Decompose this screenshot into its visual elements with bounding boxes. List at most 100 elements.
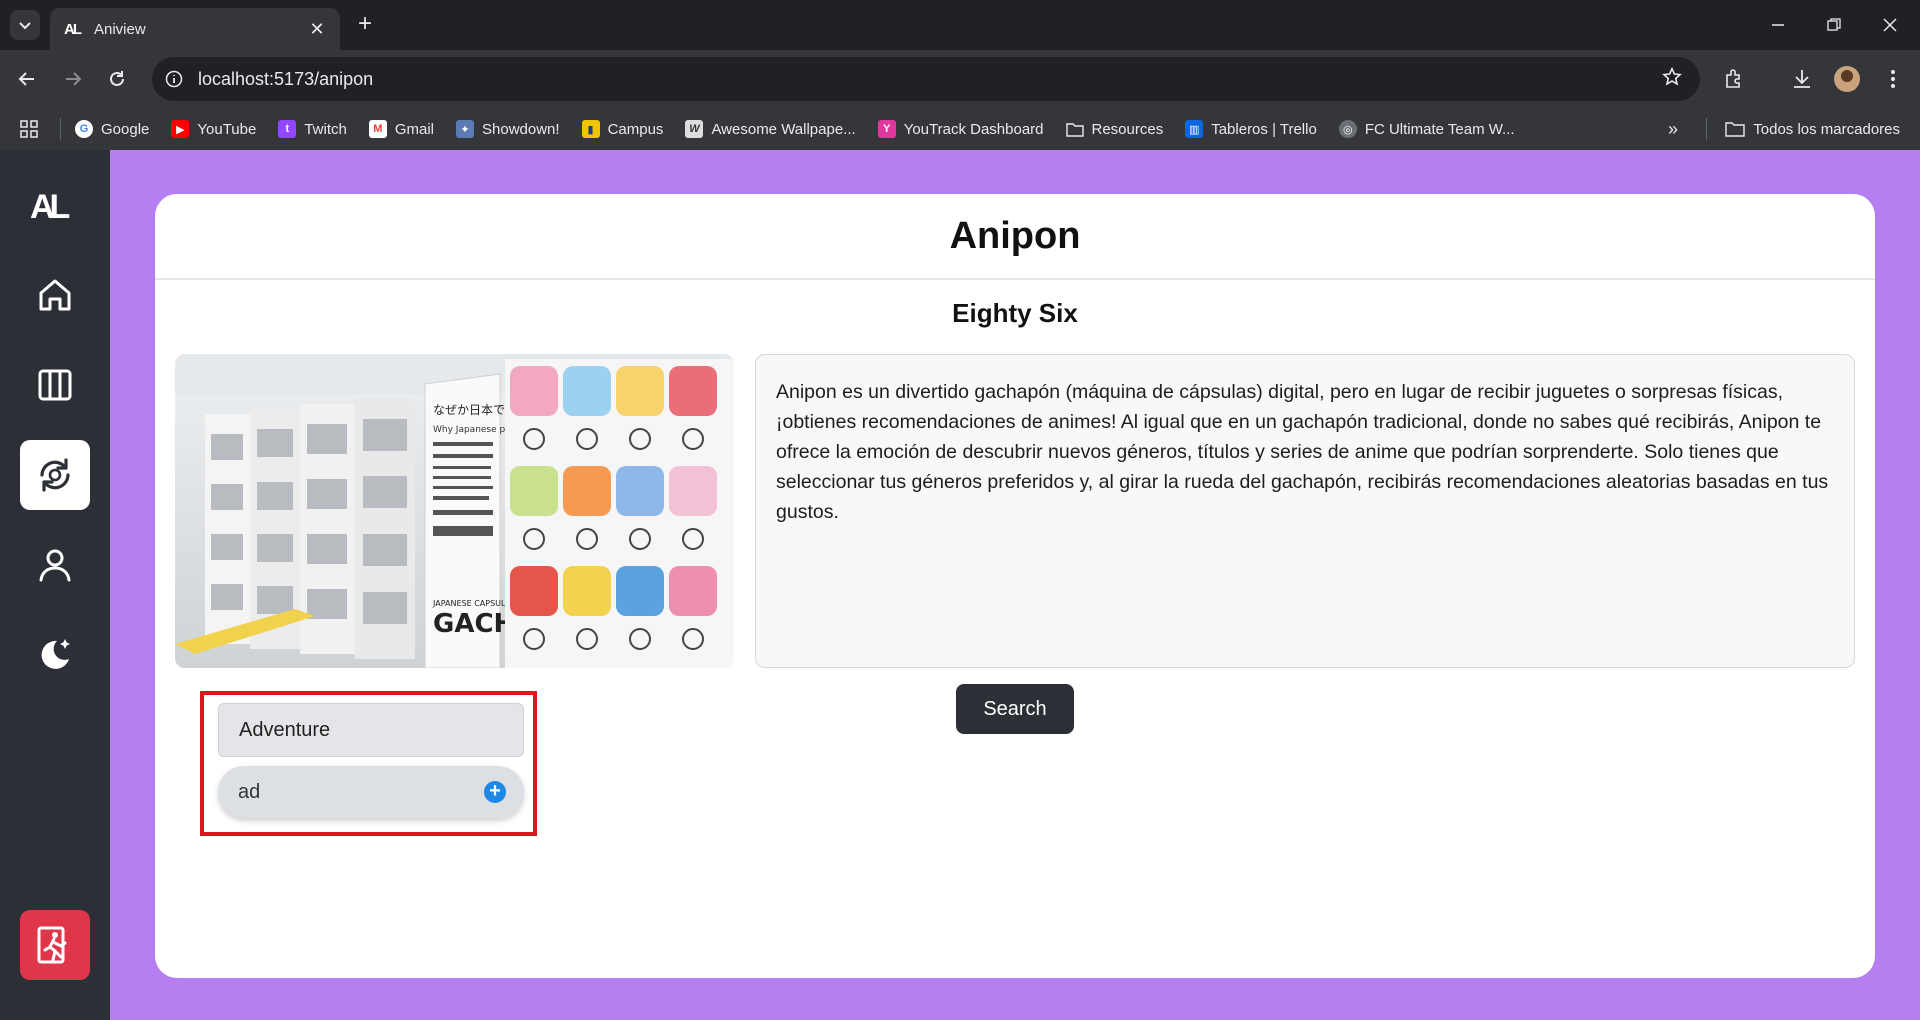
bookmarks-divider: [1706, 118, 1708, 140]
app-logo[interactable]: AL: [30, 188, 70, 227]
url-text[interactable]: localhost:5173/anipon: [198, 69, 1662, 90]
gacha-refresh-icon: [40, 458, 70, 492]
anipon-description: Anipon es un divertido gachapón (máquina…: [755, 354, 1855, 668]
anipon-card: Anipon Eighty Six なぜか日本で売れてます。 Why Japan…: [155, 194, 1875, 978]
sidebar-item-library[interactable]: [20, 350, 90, 420]
showdown-icon: ✦: [456, 120, 475, 138]
page-title: Anipon: [155, 194, 1875, 280]
youtrack-icon: Y: [877, 120, 896, 138]
puzzle-icon: [1726, 69, 1740, 88]
bookmark-label: YouTube: [197, 120, 257, 138]
tab-favicon: AL: [64, 20, 82, 38]
new-tab-button[interactable]: +: [352, 12, 378, 38]
sidebar-item-theme[interactable]: [20, 620, 90, 690]
download-icon: [1794, 70, 1810, 88]
all-bookmarks-label: Todos los marcadores: [1753, 120, 1900, 138]
bookmark-showdown[interactable]: ✦ Showdown!: [456, 120, 560, 138]
anime-title: Eighty Six: [952, 298, 1078, 328]
wallpaper-icon: W: [685, 120, 704, 138]
bookmark-gmail[interactable]: M Gmail: [368, 120, 435, 138]
back-arrow-icon: [18, 72, 34, 86]
bookmark-label: Resources: [1091, 120, 1164, 138]
restore-button[interactable]: [1806, 0, 1862, 50]
bookmark-youtrack[interactable]: Y YouTrack Dashboard: [877, 120, 1044, 138]
browser-tab[interactable]: AL Aniview ✕: [50, 8, 340, 50]
bookmark-wallpaper[interactable]: W Awesome Wallpape...: [685, 120, 856, 138]
more-vertical-icon: [1891, 70, 1895, 88]
trello-icon: ▥: [1185, 120, 1204, 138]
user-icon: [39, 549, 71, 582]
exit-icon: [37, 926, 67, 964]
all-bookmarks-button[interactable]: Todos los marcadores: [1706, 108, 1900, 150]
home-icon: [39, 279, 71, 311]
forward-button[interactable]: [58, 64, 88, 94]
bookmark-label: Showdown!: [482, 120, 560, 138]
address-bar[interactable]: localhost:5173/anipon: [152, 57, 1700, 101]
google-icon: G: [75, 120, 93, 138]
bookmarks-divider: [60, 118, 61, 140]
reload-button[interactable]: [102, 64, 132, 94]
bookmark-trello[interactable]: ▥ Tableros | Trello: [1185, 120, 1317, 138]
search-button[interactable]: Search: [956, 684, 1074, 734]
bookmark-label: Gmail: [394, 120, 435, 138]
browser-menu-button[interactable]: [1878, 64, 1908, 94]
bookmark-label: Twitch: [304, 120, 347, 138]
sidebar-item-anipon[interactable]: [20, 440, 90, 510]
globe-icon: ◎: [1338, 120, 1357, 138]
bookmark-star-icon[interactable]: [1662, 66, 1682, 92]
bookmark-label: Tableros | Trello: [1211, 120, 1317, 138]
genre-input[interactable]: ad +: [218, 766, 524, 818]
tab-search-button[interactable]: [10, 10, 40, 40]
logout-button[interactable]: [20, 910, 90, 980]
genre-option-adventure[interactable]: Adventure: [218, 703, 524, 757]
bookmark-google[interactable]: G Google: [75, 120, 149, 138]
back-button[interactable]: [12, 64, 42, 94]
bookmark-fc-ultimate[interactable]: ◎ FC Ultimate Team W...: [1338, 120, 1515, 138]
tab-title: Aniview: [94, 20, 146, 38]
forward-arrow-icon: [66, 72, 82, 86]
close-window-button[interactable]: [1862, 0, 1918, 50]
more-bookmarks-chevron-icon[interactable]: »: [1668, 108, 1678, 150]
apps-grid-icon: [20, 120, 38, 138]
theme-icon: [41, 639, 70, 669]
minimize-button[interactable]: [1750, 0, 1806, 50]
bookmark-campus[interactable]: ▮ Campus: [581, 120, 664, 138]
sidebar-item-profile[interactable]: [20, 530, 90, 600]
genre-selector-highlight: Adventure ad +: [200, 691, 537, 836]
sidebar-item-home[interactable]: [20, 260, 90, 330]
twitch-icon: t: [278, 120, 297, 138]
bookmark-label: FC Ultimate Team W...: [1364, 120, 1515, 138]
bookmarks-bar: G Google ▶ YouTube t Twitch M Gmail ✦ Showdow…: [0, 108, 1920, 150]
bookmark-label: Campus: [607, 120, 664, 138]
bookmark-twitch[interactable]: t Twitch: [278, 120, 347, 138]
gacha-machines-image: なぜか日本で売れてます。 Why Japanese people like th…: [175, 354, 734, 668]
restore-icon: [1827, 18, 1841, 31]
campus-icon: ▮: [581, 120, 600, 138]
bookmark-youtube[interactable]: ▶ YouTube: [171, 120, 256, 138]
gmail-icon: M: [368, 120, 387, 138]
downloads-button[interactable]: [1787, 64, 1817, 94]
bookmark-label: Awesome Wallpape...: [711, 120, 856, 138]
folder-icon: [1065, 120, 1084, 138]
genre-input-value[interactable]: ad: [238, 781, 260, 804]
youtube-icon: ▶: [171, 120, 190, 138]
apps-button[interactable]: [20, 120, 38, 138]
folder-icon: [1725, 122, 1745, 137]
extensions-button[interactable]: [1720, 64, 1750, 94]
site-info-icon[interactable]: [164, 69, 184, 89]
bookmark-label: Google: [101, 120, 150, 138]
sidebar: AL: [0, 150, 110, 1020]
chevron-down-icon: [19, 22, 31, 30]
bookmark-resources[interactable]: Resources: [1065, 120, 1164, 138]
app-background: AL Anipon Eighty Six なぜか日本で売れてます。 Why Ja…: [0, 150, 1920, 1020]
library-icon: [38, 369, 72, 401]
add-genre-icon[interactable]: +: [484, 781, 506, 803]
minimize-icon: [1772, 24, 1784, 26]
reload-icon: [110, 71, 124, 86]
tab-strip: AL Aniview ✕ +: [0, 0, 1920, 50]
browser-toolbar: localhost:5173/anipon: [0, 50, 1920, 108]
close-icon: [1883, 18, 1897, 32]
profile-avatar[interactable]: [1834, 66, 1860, 92]
bookmark-label: YouTrack Dashboard: [903, 120, 1044, 138]
tab-close-icon[interactable]: ✕: [306, 19, 328, 40]
